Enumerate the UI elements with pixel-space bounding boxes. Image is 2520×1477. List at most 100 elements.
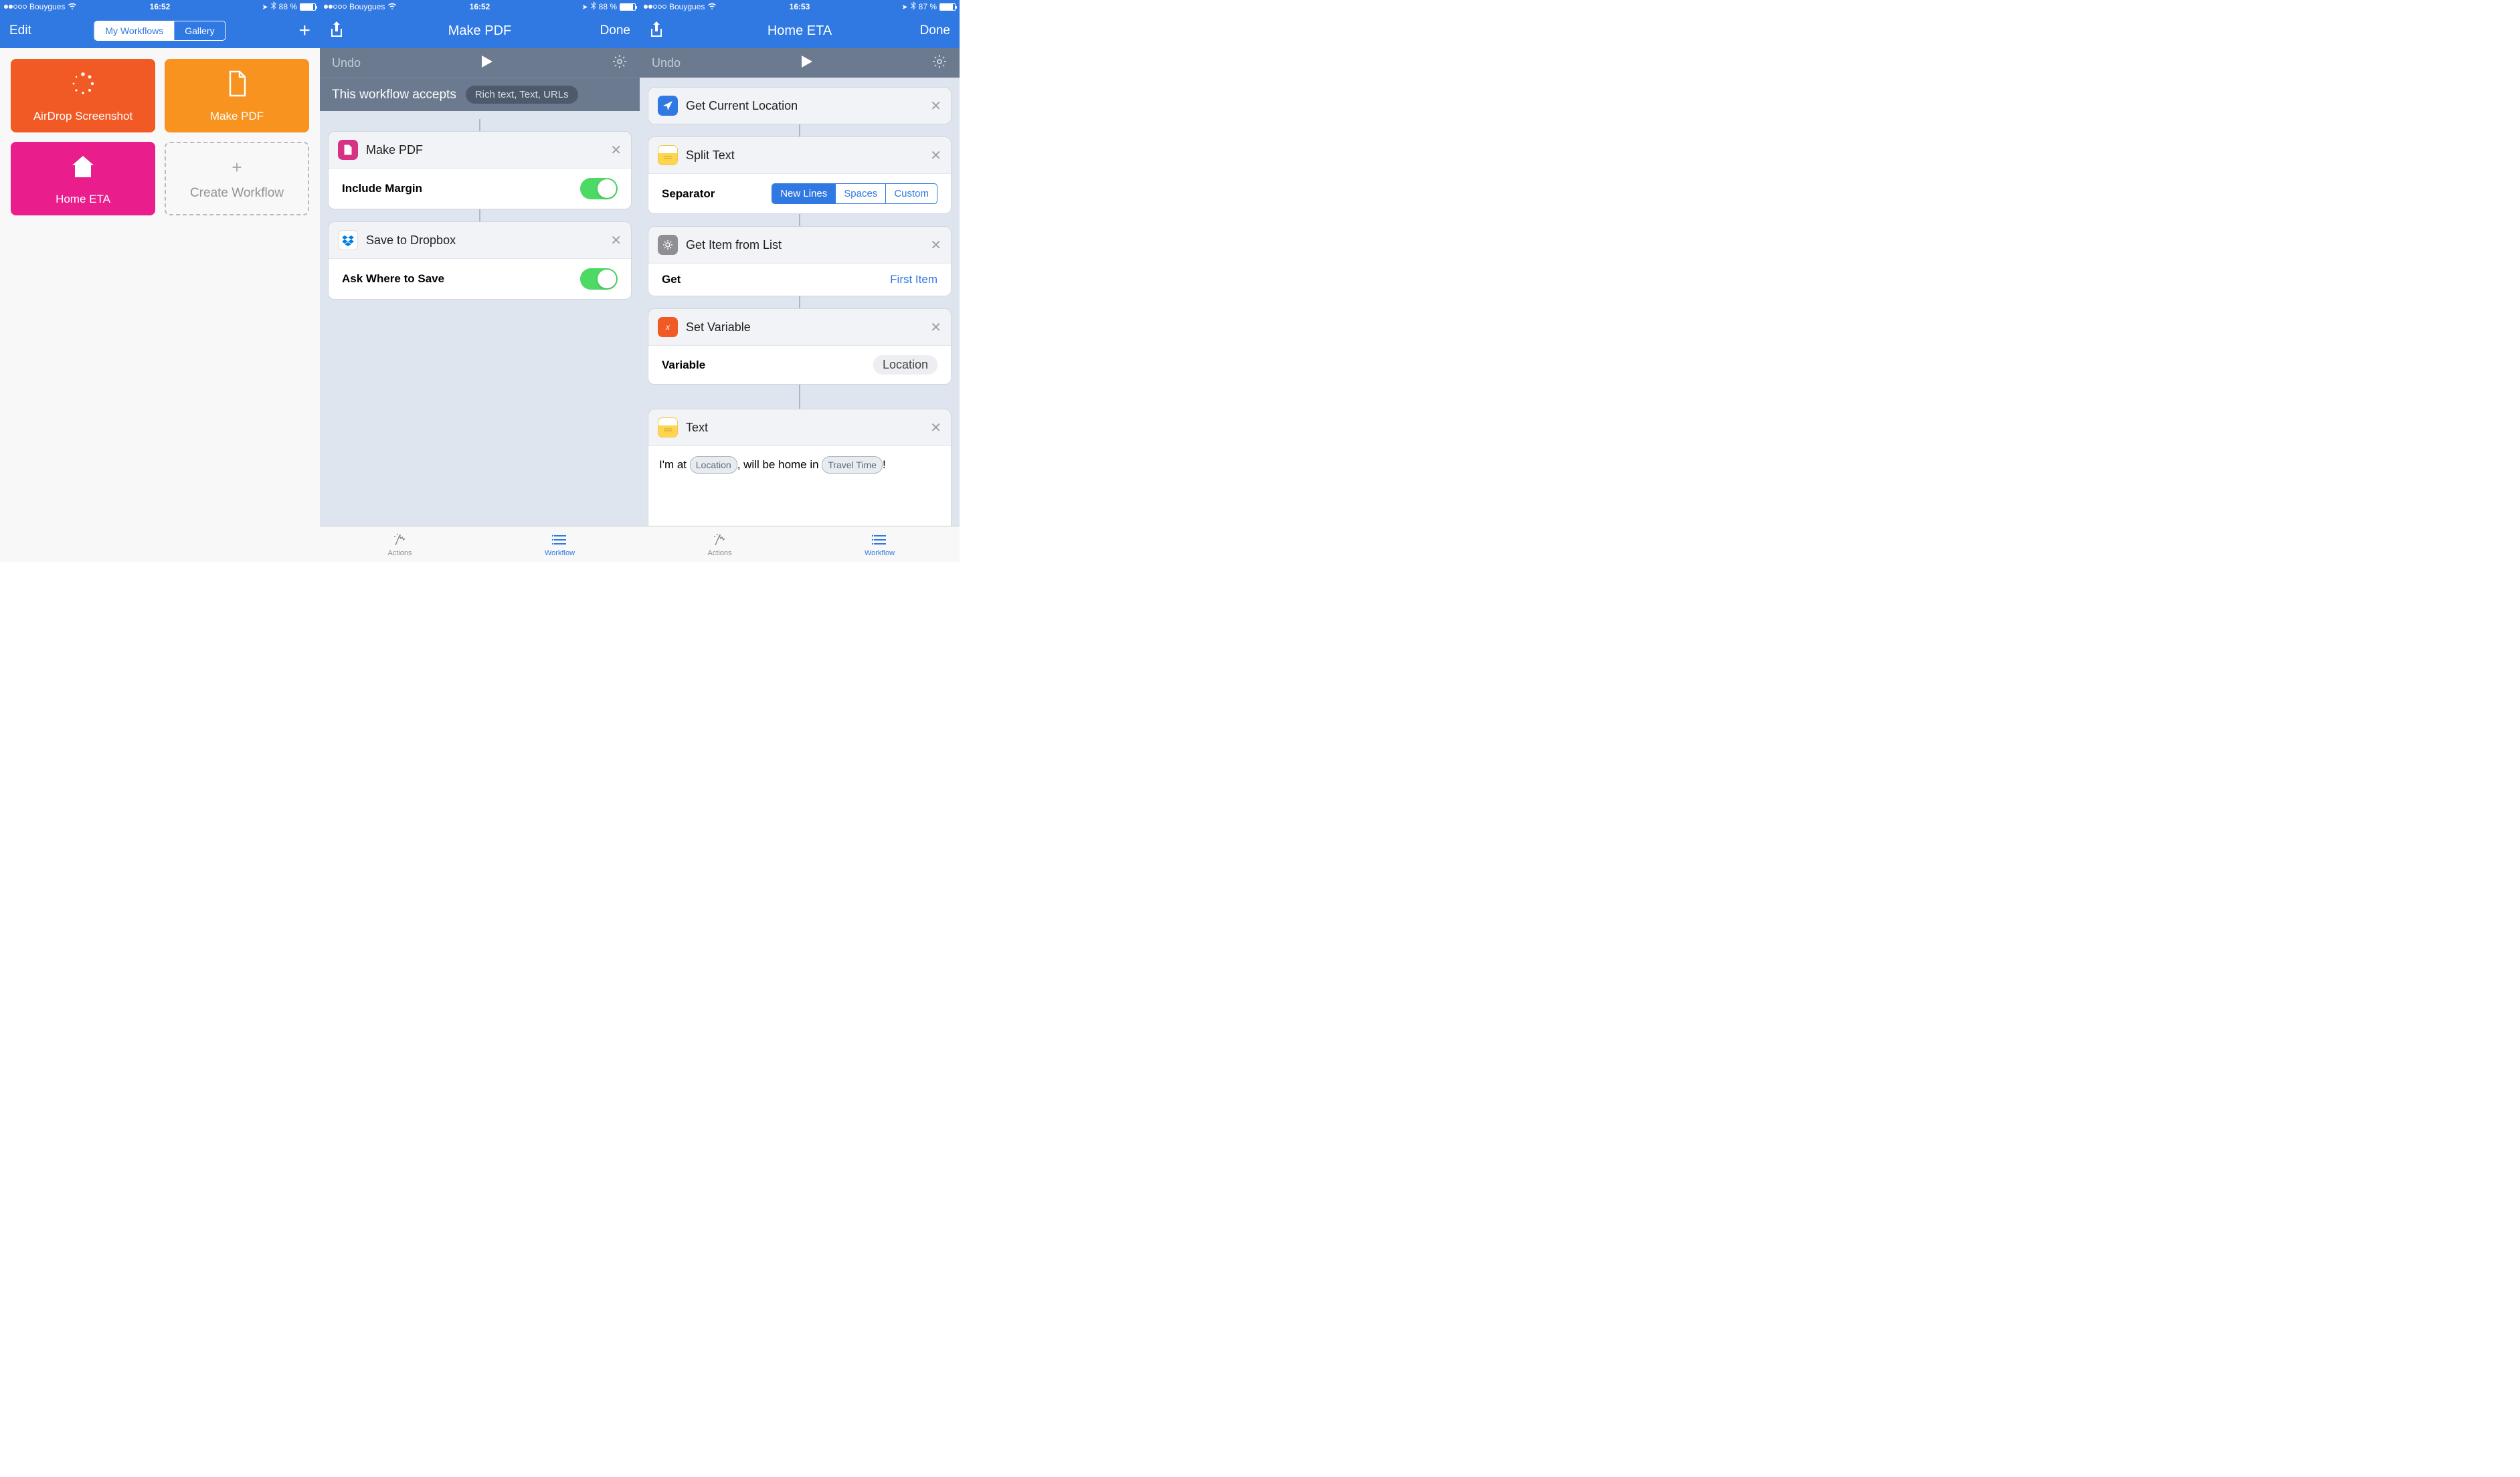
- tab-label: Actions: [387, 549, 412, 557]
- signal-icon: [644, 5, 666, 9]
- tab-workflow[interactable]: Workflow: [480, 526, 640, 562]
- delete-action-button[interactable]: ✕: [930, 319, 941, 336]
- pdf-icon: [338, 140, 358, 160]
- tab-label: Workflow: [865, 549, 895, 557]
- delete-action-button[interactable]: ✕: [930, 147, 941, 164]
- action-split-text[interactable]: Split Text ✕ Separator New Lines Spaces …: [648, 136, 952, 214]
- run-button[interactable]: [799, 54, 814, 72]
- signal-icon: [324, 5, 347, 9]
- done-button[interactable]: Done: [600, 23, 630, 38]
- file-icon: [222, 69, 252, 102]
- action-get-location[interactable]: Get Current Location ✕: [648, 87, 952, 124]
- tab-actions[interactable]: Actions: [640, 526, 800, 562]
- editor-toolbar: Undo: [640, 48, 960, 78]
- share-button[interactable]: [329, 21, 344, 41]
- get-value[interactable]: First Item: [890, 273, 937, 286]
- variable-row: Variable Location: [648, 345, 951, 384]
- action-make-pdf[interactable]: Make PDF ✕ Include Margin: [328, 131, 632, 209]
- undo-button[interactable]: Undo: [652, 56, 681, 70]
- page-title: Make PDF: [448, 23, 511, 39]
- seg-new-lines[interactable]: New Lines: [772, 184, 835, 203]
- workflow-grid: AirDrop Screenshot Make PDF Home ETA + C…: [0, 48, 320, 562]
- status-bar: Bouygues 16:52 ➤ 88 %: [320, 0, 640, 13]
- action-save-dropbox[interactable]: Save to Dropbox ✕ Ask Where to Save: [328, 221, 632, 300]
- row-label: Ask Where to Save: [342, 272, 580, 286]
- seg-my-workflows[interactable]: My Workflows: [94, 21, 174, 40]
- action-title: Save to Dropbox: [366, 233, 602, 248]
- action-text[interactable]: Text ✕ I'm at Location, will be home in …: [648, 409, 952, 526]
- workflow-canvas: Make PDF ✕ Include Margin Save to Dropbo…: [320, 111, 640, 526]
- token-location[interactable]: Location: [690, 456, 737, 474]
- edit-button[interactable]: Edit: [9, 23, 31, 38]
- dots-icon: [68, 69, 98, 102]
- connector: [479, 119, 480, 131]
- accepts-value: Rich text, Text, URLs: [466, 86, 578, 104]
- delete-action-button[interactable]: ✕: [930, 237, 941, 254]
- settings-button[interactable]: [931, 54, 948, 73]
- tab-bar: Actions Workflow: [640, 526, 960, 562]
- tile-label: AirDrop Screenshot: [33, 110, 132, 123]
- row-label: Separator: [662, 187, 772, 201]
- add-workflow-button[interactable]: +: [298, 19, 310, 42]
- tile-airdrop-screenshot[interactable]: AirDrop Screenshot: [11, 59, 155, 132]
- ask-where-save-switch[interactable]: [580, 268, 618, 290]
- accepts-bar[interactable]: This workflow accepts Rich text, Text, U…: [320, 78, 640, 111]
- screen-home-eta: Bouygues 16:53 ➤ 87 % Home ETA Done Undo: [640, 0, 960, 562]
- separator-segment[interactable]: New Lines Spaces Custom: [772, 183, 937, 204]
- wifi-icon: [707, 2, 717, 11]
- row-label: Get: [662, 273, 890, 286]
- settings-button[interactable]: [612, 54, 628, 73]
- action-title: Split Text: [686, 149, 922, 163]
- carrier-label: Bouygues: [349, 2, 385, 11]
- seg-spaces[interactable]: Spaces: [835, 184, 885, 203]
- workflow-canvas: Get Current Location ✕ Split Text ✕ Sepa…: [640, 78, 960, 526]
- text-content[interactable]: I'm at Location, will be home in Travel …: [648, 446, 951, 526]
- plus-icon: +: [232, 157, 242, 178]
- row-label: Variable: [662, 359, 873, 372]
- tab-label: Actions: [707, 549, 731, 557]
- workflows-gallery-segment[interactable]: My Workflows Gallery: [94, 21, 226, 41]
- screen-workflows: Bouygues 16:52 ➤ 88 % Edit My Workflows …: [0, 0, 320, 562]
- variable-value[interactable]: Location: [873, 355, 937, 375]
- done-button[interactable]: Done: [920, 23, 950, 38]
- tab-actions[interactable]: Actions: [320, 526, 480, 562]
- action-set-variable[interactable]: x Set Variable ✕ Variable Location: [648, 308, 952, 385]
- tab-label: Workflow: [545, 549, 575, 557]
- nav-bar: Edit My Workflows Gallery +: [0, 13, 320, 48]
- seg-custom[interactable]: Custom: [885, 184, 937, 203]
- tile-label: Create Workflow: [190, 186, 284, 201]
- include-margin-switch[interactable]: [580, 178, 618, 199]
- status-bar: Bouygues 16:52 ➤ 88 %: [0, 0, 320, 13]
- wifi-icon: [387, 2, 397, 11]
- undo-button[interactable]: Undo: [332, 56, 361, 70]
- delete-action-button[interactable]: ✕: [930, 419, 941, 436]
- bluetooth-icon: [591, 1, 596, 12]
- action-title: Get Current Location: [686, 99, 922, 113]
- svg-text:x: x: [665, 322, 670, 332]
- run-button[interactable]: [479, 54, 494, 72]
- connector: [799, 385, 800, 409]
- connector: [799, 214, 800, 226]
- tile-label: Home ETA: [56, 193, 110, 206]
- tile-create-workflow[interactable]: + Create Workflow: [165, 142, 309, 215]
- tab-workflow[interactable]: Workflow: [800, 526, 960, 562]
- delete-action-button[interactable]: ✕: [930, 98, 941, 114]
- bluetooth-icon: [911, 1, 916, 12]
- connector: [799, 296, 800, 308]
- editor-toolbar: Undo: [320, 48, 640, 78]
- page-title: Home ETA: [768, 23, 832, 39]
- action-get-item[interactable]: Get Item from List ✕ Get First Item: [648, 226, 952, 296]
- token-travel-time[interactable]: Travel Time: [822, 456, 883, 474]
- tile-home-eta[interactable]: Home ETA: [11, 142, 155, 215]
- connector: [799, 124, 800, 136]
- share-button[interactable]: [649, 21, 664, 41]
- notes-icon: [658, 145, 678, 165]
- battery-icon: [620, 3, 636, 11]
- action-title: Set Variable: [686, 320, 922, 334]
- delete-action-button[interactable]: ✕: [610, 232, 622, 249]
- separator-row: Separator New Lines Spaces Custom: [648, 173, 951, 213]
- seg-gallery[interactable]: Gallery: [174, 21, 225, 40]
- location-icon: ➤: [901, 3, 907, 11]
- delete-action-button[interactable]: ✕: [610, 142, 622, 159]
- tile-make-pdf[interactable]: Make PDF: [165, 59, 309, 132]
